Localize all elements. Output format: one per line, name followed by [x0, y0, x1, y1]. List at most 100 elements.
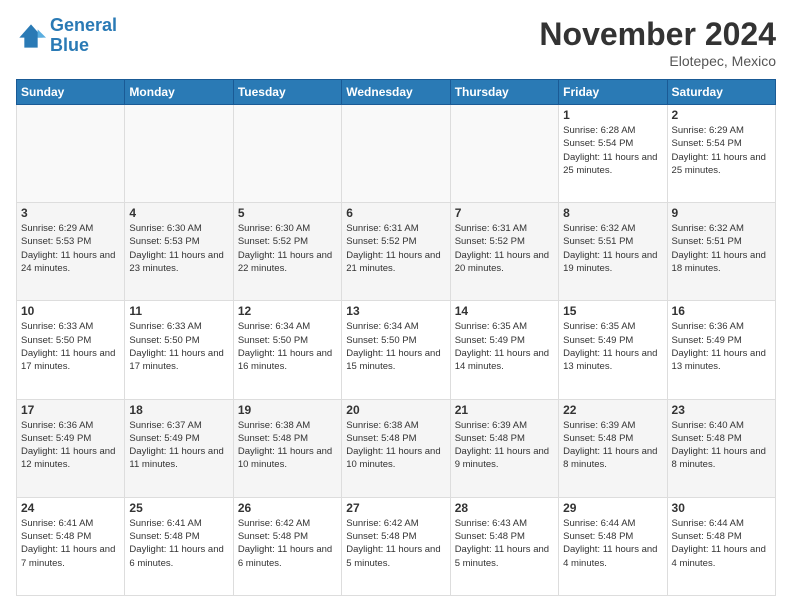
calendar-cell: 30 Sunrise: 6:44 AM Sunset: 5:48 PM Dayli…	[667, 497, 775, 595]
day-info: Sunrise: 6:40 AM Sunset: 5:48 PM Dayligh…	[672, 419, 771, 472]
day-number: 25	[129, 501, 228, 515]
day-info: Sunrise: 6:44 AM Sunset: 5:48 PM Dayligh…	[672, 517, 771, 570]
calendar-cell: 1 Sunrise: 6:28 AM Sunset: 5:54 PM Daylig…	[559, 105, 667, 203]
calendar-cell: 6Sunrise: 6:31 AM Sunset: 5:52 PM Daylig…	[342, 203, 450, 301]
day-info: Sunrise: 6:37 AM Sunset: 5:49 PM Dayligh…	[129, 419, 228, 472]
day-info: Sunrise: 6:31 AM Sunset: 5:52 PM Dayligh…	[346, 222, 445, 275]
day-info: Sunrise: 6:28 AM Sunset: 5:54 PM Dayligh…	[563, 124, 662, 177]
calendar-cell: 19 Sunrise: 6:38 AM Sunset: 5:48 PM Dayli…	[233, 399, 341, 497]
day-number: 1	[563, 108, 662, 122]
calendar-cell: 5 Sunrise: 6:30 AM Sunset: 5:52 PM Daylig…	[233, 203, 341, 301]
calendar-cell	[342, 105, 450, 203]
day-info: Sunrise: 6:43 AM Sunset: 5:48 PM Dayligh…	[455, 517, 554, 570]
day-number: 14	[455, 304, 554, 318]
day-info: Sunrise: 6:39 AM Sunset: 5:48 PM Dayligh…	[455, 419, 554, 472]
calendar-cell: 14Sunrise: 6:35 AM Sunset: 5:49 PM Dayli…	[450, 301, 558, 399]
day-number: 22	[563, 403, 662, 417]
day-number: 23	[672, 403, 771, 417]
calendar-cell: 21 Sunrise: 6:39 AM Sunset: 5:48 PM Dayli…	[450, 399, 558, 497]
calendar-cell: 12 Sunrise: 6:34 AM Sunset: 5:50 PM Dayli…	[233, 301, 341, 399]
day-number: 18	[129, 403, 228, 417]
day-number: 28	[455, 501, 554, 515]
calendar-cell: 16Sunrise: 6:36 AM Sunset: 5:49 PM Dayli…	[667, 301, 775, 399]
calendar-cell: 24 Sunrise: 6:41 AM Sunset: 5:48 PM Dayli…	[17, 497, 125, 595]
day-number: 12	[238, 304, 337, 318]
day-info: Sunrise: 6:31 AM Sunset: 5:52 PM Dayligh…	[455, 222, 554, 275]
logo-text: General Blue	[50, 16, 117, 56]
day-info: Sunrise: 6:34 AM Sunset: 5:50 PM Dayligh…	[346, 320, 445, 373]
month-title: November 2024	[539, 16, 776, 53]
column-header-friday: Friday	[559, 80, 667, 105]
column-header-sunday: Sunday	[17, 80, 125, 105]
calendar-cell: 4 Sunrise: 6:30 AM Sunset: 5:53 PM Daylig…	[125, 203, 233, 301]
day-number: 24	[21, 501, 120, 515]
calendar-cell: 11Sunrise: 6:33 AM Sunset: 5:50 PM Dayli…	[125, 301, 233, 399]
calendar-cell: 25Sunrise: 6:41 AM Sunset: 5:48 PM Dayli…	[125, 497, 233, 595]
calendar-cell: 27Sunrise: 6:42 AM Sunset: 5:48 PM Dayli…	[342, 497, 450, 595]
day-number: 2	[672, 108, 771, 122]
calendar-week-row: 3 Sunrise: 6:29 AM Sunset: 5:53 PM Daylig…	[17, 203, 776, 301]
calendar-cell	[450, 105, 558, 203]
day-number: 29	[563, 501, 662, 515]
day-info: Sunrise: 6:33 AM Sunset: 5:50 PM Dayligh…	[129, 320, 228, 373]
day-number: 17	[21, 403, 120, 417]
day-info: Sunrise: 6:38 AM Sunset: 5:48 PM Dayligh…	[238, 419, 337, 472]
day-info: Sunrise: 6:30 AM Sunset: 5:53 PM Dayligh…	[129, 222, 228, 275]
column-header-saturday: Saturday	[667, 80, 775, 105]
day-number: 20	[346, 403, 445, 417]
calendar-cell	[17, 105, 125, 203]
calendar-cell	[125, 105, 233, 203]
day-number: 7	[455, 206, 554, 220]
calendar-cell: 23 Sunrise: 6:40 AM Sunset: 5:48 PM Dayli…	[667, 399, 775, 497]
day-info: Sunrise: 6:42 AM Sunset: 5:48 PM Dayligh…	[238, 517, 337, 570]
calendar-week-row: 1 Sunrise: 6:28 AM Sunset: 5:54 PM Daylig…	[17, 105, 776, 203]
calendar-cell: 15Sunrise: 6:35 AM Sunset: 5:49 PM Dayli…	[559, 301, 667, 399]
day-info: Sunrise: 6:32 AM Sunset: 5:51 PM Dayligh…	[672, 222, 771, 275]
page: General Blue November 2024 Elotepec, Mex…	[0, 0, 792, 612]
calendar-cell: 9 Sunrise: 6:32 AM Sunset: 5:51 PM Daylig…	[667, 203, 775, 301]
calendar-week-row: 10 Sunrise: 6:33 AM Sunset: 5:50 PM Dayli…	[17, 301, 776, 399]
calendar-week-row: 24 Sunrise: 6:41 AM Sunset: 5:48 PM Dayli…	[17, 497, 776, 595]
day-number: 3	[21, 206, 120, 220]
day-info: Sunrise: 6:34 AM Sunset: 5:50 PM Dayligh…	[238, 320, 337, 373]
calendar-cell: 29 Sunrise: 6:44 AM Sunset: 5:48 PM Dayli…	[559, 497, 667, 595]
day-info: Sunrise: 6:32 AM Sunset: 5:51 PM Dayligh…	[563, 222, 662, 275]
day-number: 9	[672, 206, 771, 220]
column-header-wednesday: Wednesday	[342, 80, 450, 105]
calendar-cell: 18 Sunrise: 6:37 AM Sunset: 5:49 PM Dayli…	[125, 399, 233, 497]
day-number: 4	[129, 206, 228, 220]
day-number: 26	[238, 501, 337, 515]
column-header-thursday: Thursday	[450, 80, 558, 105]
calendar-cell	[233, 105, 341, 203]
day-number: 16	[672, 304, 771, 318]
day-number: 30	[672, 501, 771, 515]
day-number: 19	[238, 403, 337, 417]
calendar-cell: 28 Sunrise: 6:43 AM Sunset: 5:48 PM Dayli…	[450, 497, 558, 595]
calendar-cell: 7 Sunrise: 6:31 AM Sunset: 5:52 PM Daylig…	[450, 203, 558, 301]
calendar-cell: 3 Sunrise: 6:29 AM Sunset: 5:53 PM Daylig…	[17, 203, 125, 301]
logo-icon	[16, 21, 46, 51]
day-info: Sunrise: 6:38 AM Sunset: 5:48 PM Dayligh…	[346, 419, 445, 472]
day-info: Sunrise: 6:39 AM Sunset: 5:48 PM Dayligh…	[563, 419, 662, 472]
day-number: 10	[21, 304, 120, 318]
column-header-tuesday: Tuesday	[233, 80, 341, 105]
calendar-week-row: 17 Sunrise: 6:36 AM Sunset: 5:49 PM Dayli…	[17, 399, 776, 497]
day-info: Sunrise: 6:29 AM Sunset: 5:54 PM Dayligh…	[672, 124, 771, 177]
calendar-header-row: SundayMondayTuesdayWednesdayThursdayFrid…	[17, 80, 776, 105]
day-info: Sunrise: 6:33 AM Sunset: 5:50 PM Dayligh…	[21, 320, 120, 373]
day-number: 13	[346, 304, 445, 318]
day-number: 21	[455, 403, 554, 417]
day-info: Sunrise: 6:36 AM Sunset: 5:49 PM Dayligh…	[21, 419, 120, 472]
calendar-cell: 8 Sunrise: 6:32 AM Sunset: 5:51 PM Daylig…	[559, 203, 667, 301]
day-info: Sunrise: 6:29 AM Sunset: 5:53 PM Dayligh…	[21, 222, 120, 275]
day-info: Sunrise: 6:41 AM Sunset: 5:48 PM Dayligh…	[21, 517, 120, 570]
calendar-cell: 13 Sunrise: 6:34 AM Sunset: 5:50 PM Dayli…	[342, 301, 450, 399]
title-block: November 2024 Elotepec, Mexico	[539, 16, 776, 69]
calendar-cell: 17 Sunrise: 6:36 AM Sunset: 5:49 PM Dayli…	[17, 399, 125, 497]
day-info: Sunrise: 6:30 AM Sunset: 5:52 PM Dayligh…	[238, 222, 337, 275]
calendar-cell: 20 Sunrise: 6:38 AM Sunset: 5:48 PM Dayli…	[342, 399, 450, 497]
day-number: 5	[238, 206, 337, 220]
day-info: Sunrise: 6:35 AM Sunset: 5:49 PM Dayligh…	[563, 320, 662, 373]
day-info: Sunrise: 6:44 AM Sunset: 5:48 PM Dayligh…	[563, 517, 662, 570]
day-number: 8	[563, 206, 662, 220]
